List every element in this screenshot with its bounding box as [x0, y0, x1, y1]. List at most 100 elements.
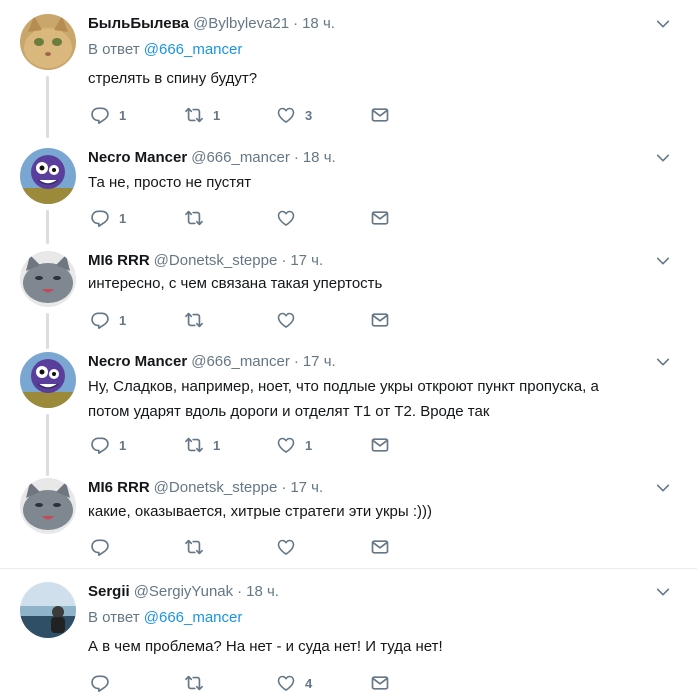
reply-icon	[90, 537, 110, 557]
tweet-time[interactable]: 17 ч.	[290, 479, 323, 496]
tweet[interactable]: MI6 RRR @Donetsk_steppe · 17 ч. какие, оказ…	[0, 478, 697, 564]
like-button[interactable]	[276, 208, 305, 228]
like-button[interactable]	[276, 537, 305, 557]
like-icon	[276, 310, 296, 330]
reply-button[interactable]	[90, 537, 119, 557]
direct-message-icon	[370, 105, 390, 125]
retweet-button[interactable]	[184, 537, 213, 557]
tweet[interactable]: Necro Mancer @666_mancer · 18 ч. Та не, про…	[0, 148, 697, 244]
purple-monster-avatar[interactable]	[20, 148, 76, 204]
tweet-header: Necro Mancer @666_mancer · 18 ч.	[88, 149, 336, 166]
chevron-down-icon[interactable]	[655, 480, 671, 496]
author-name[interactable]: MI6 RRR	[88, 479, 150, 496]
retweet-icon	[184, 208, 204, 228]
retweet-button[interactable]	[184, 310, 213, 330]
tweet-text-line: потом ударят вдоль дороги и отделят Т1 о…	[88, 403, 490, 420]
tweet-actions: 1	[88, 208, 408, 228]
tweet-header: MI6 RRR @Donetsk_steppe · 17 ч.	[88, 479, 324, 496]
retweet-button[interactable]: 1	[184, 435, 220, 455]
tweet-header: Necro Mancer @666_mancer · 17 ч.	[88, 353, 336, 370]
person-photo-avatar[interactable]	[20, 582, 76, 638]
purple-monster-avatar[interactable]	[20, 352, 76, 408]
tweet[interactable]: MI6 RRR @Donetsk_steppe · 17 ч. интересно, …	[0, 251, 697, 349]
reply-icon	[90, 105, 110, 125]
tweet-time[interactable]: 18 ч.	[246, 583, 279, 600]
tweet-actions: 4	[88, 673, 408, 693]
tweet-actions: 1 1 3	[88, 105, 408, 125]
reply-mention-link[interactable]: @666_mancer	[144, 609, 243, 626]
direct-message-button[interactable]	[370, 435, 390, 455]
retweet-icon	[184, 435, 204, 455]
gray-cat-avatar[interactable]	[20, 251, 76, 307]
reply-icon	[90, 673, 110, 693]
chevron-down-icon[interactable]	[655, 150, 671, 166]
author-handle[interactable]: @666_mancer	[191, 353, 290, 370]
tweet-header: БыльБылева @Bylbyleva21 · 18 ч.	[88, 15, 335, 32]
reply-context: В ответ @666_mancer	[88, 41, 243, 58]
direct-message-button[interactable]	[370, 537, 390, 557]
reply-button[interactable]: 1	[90, 310, 126, 330]
reply-button[interactable]: 1	[90, 208, 126, 228]
retweet-button[interactable]	[184, 673, 213, 693]
thread-divider	[0, 568, 697, 569]
direct-message-icon	[370, 310, 390, 330]
chevron-down-icon[interactable]	[655, 253, 671, 269]
chevron-down-icon[interactable]	[655, 584, 671, 600]
tweet-time[interactable]: 17 ч.	[303, 353, 336, 370]
tweet-text: А в чем проблема? На нет - и суда нет! И…	[88, 638, 443, 655]
gray-cat-avatar[interactable]	[20, 478, 76, 534]
direct-message-button[interactable]	[370, 310, 390, 330]
thread-line	[46, 414, 49, 476]
retweet-icon	[184, 537, 204, 557]
direct-message-icon	[370, 435, 390, 455]
chevron-down-icon[interactable]	[655, 16, 671, 32]
like-button[interactable]: 4	[276, 673, 312, 693]
reply-button[interactable]: 1	[90, 435, 126, 455]
thread-line	[46, 76, 49, 138]
tweet-time[interactable]: 17 ч.	[290, 252, 323, 269]
author-name[interactable]: БыльБылева	[88, 15, 189, 32]
retweet-icon	[184, 310, 204, 330]
author-name[interactable]: Necro Mancer	[88, 149, 187, 166]
like-button[interactable]: 3	[276, 105, 312, 125]
reply-button[interactable]	[90, 673, 119, 693]
like-button[interactable]	[276, 310, 305, 330]
author-handle[interactable]: @Bylbyleva21	[193, 15, 289, 32]
retweet-icon	[184, 673, 204, 693]
tweet[interactable]: БыльБылева @Bylbyleva21 · 18 ч. В ответ @66…	[0, 14, 697, 138]
like-button[interactable]: 1	[276, 435, 312, 455]
direct-message-button[interactable]	[370, 105, 390, 125]
direct-message-button[interactable]	[370, 208, 390, 228]
tweet-time[interactable]: 18 ч.	[303, 149, 336, 166]
reply-count: 1	[119, 437, 127, 453]
tweet-text: Ну, Сладков, например, ноет, что подлые …	[88, 374, 658, 424]
tweet-time[interactable]: 18 ч.	[302, 15, 335, 32]
author-handle[interactable]: @666_mancer	[191, 149, 290, 166]
reply-count: 1	[119, 312, 127, 328]
like-icon	[276, 537, 296, 557]
author-name[interactable]: Necro Mancer	[88, 353, 187, 370]
tweet-text: Та не, просто не пустят	[88, 174, 252, 191]
cat-face-avatar[interactable]	[20, 14, 76, 70]
tweet[interactable]: Necro Mancer @666_mancer · 17 ч. Ну, Сладко…	[0, 352, 697, 476]
author-name[interactable]: MI6 RRR	[88, 252, 150, 269]
retweet-button[interactable]: 1	[184, 105, 220, 125]
reply-mention-link[interactable]: @666_mancer	[144, 41, 243, 58]
reply-icon	[90, 208, 110, 228]
reply-icon	[90, 310, 110, 330]
direct-message-button[interactable]	[370, 673, 390, 693]
author-handle[interactable]: @Donetsk_steppe	[154, 252, 278, 269]
reply-button[interactable]: 1	[90, 105, 126, 125]
tweet-text-line: Ну, Сладков, например, ноет, что подлые …	[88, 378, 599, 395]
tweet-actions	[88, 537, 408, 557]
tweet[interactable]: Sergii @SergiyYunak · 18 ч. В ответ @666_ma…	[0, 582, 697, 697]
chevron-down-icon[interactable]	[655, 354, 671, 370]
reply-icon	[90, 435, 110, 455]
direct-message-icon	[370, 537, 390, 557]
direct-message-icon	[370, 208, 390, 228]
author-name[interactable]: Sergii	[88, 583, 130, 600]
author-handle[interactable]: @Donetsk_steppe	[154, 479, 278, 496]
tweet-text: интересно, с чем связана такая упертость	[88, 275, 383, 292]
author-handle[interactable]: @SergiyYunak	[134, 583, 233, 600]
retweet-button[interactable]	[184, 208, 213, 228]
